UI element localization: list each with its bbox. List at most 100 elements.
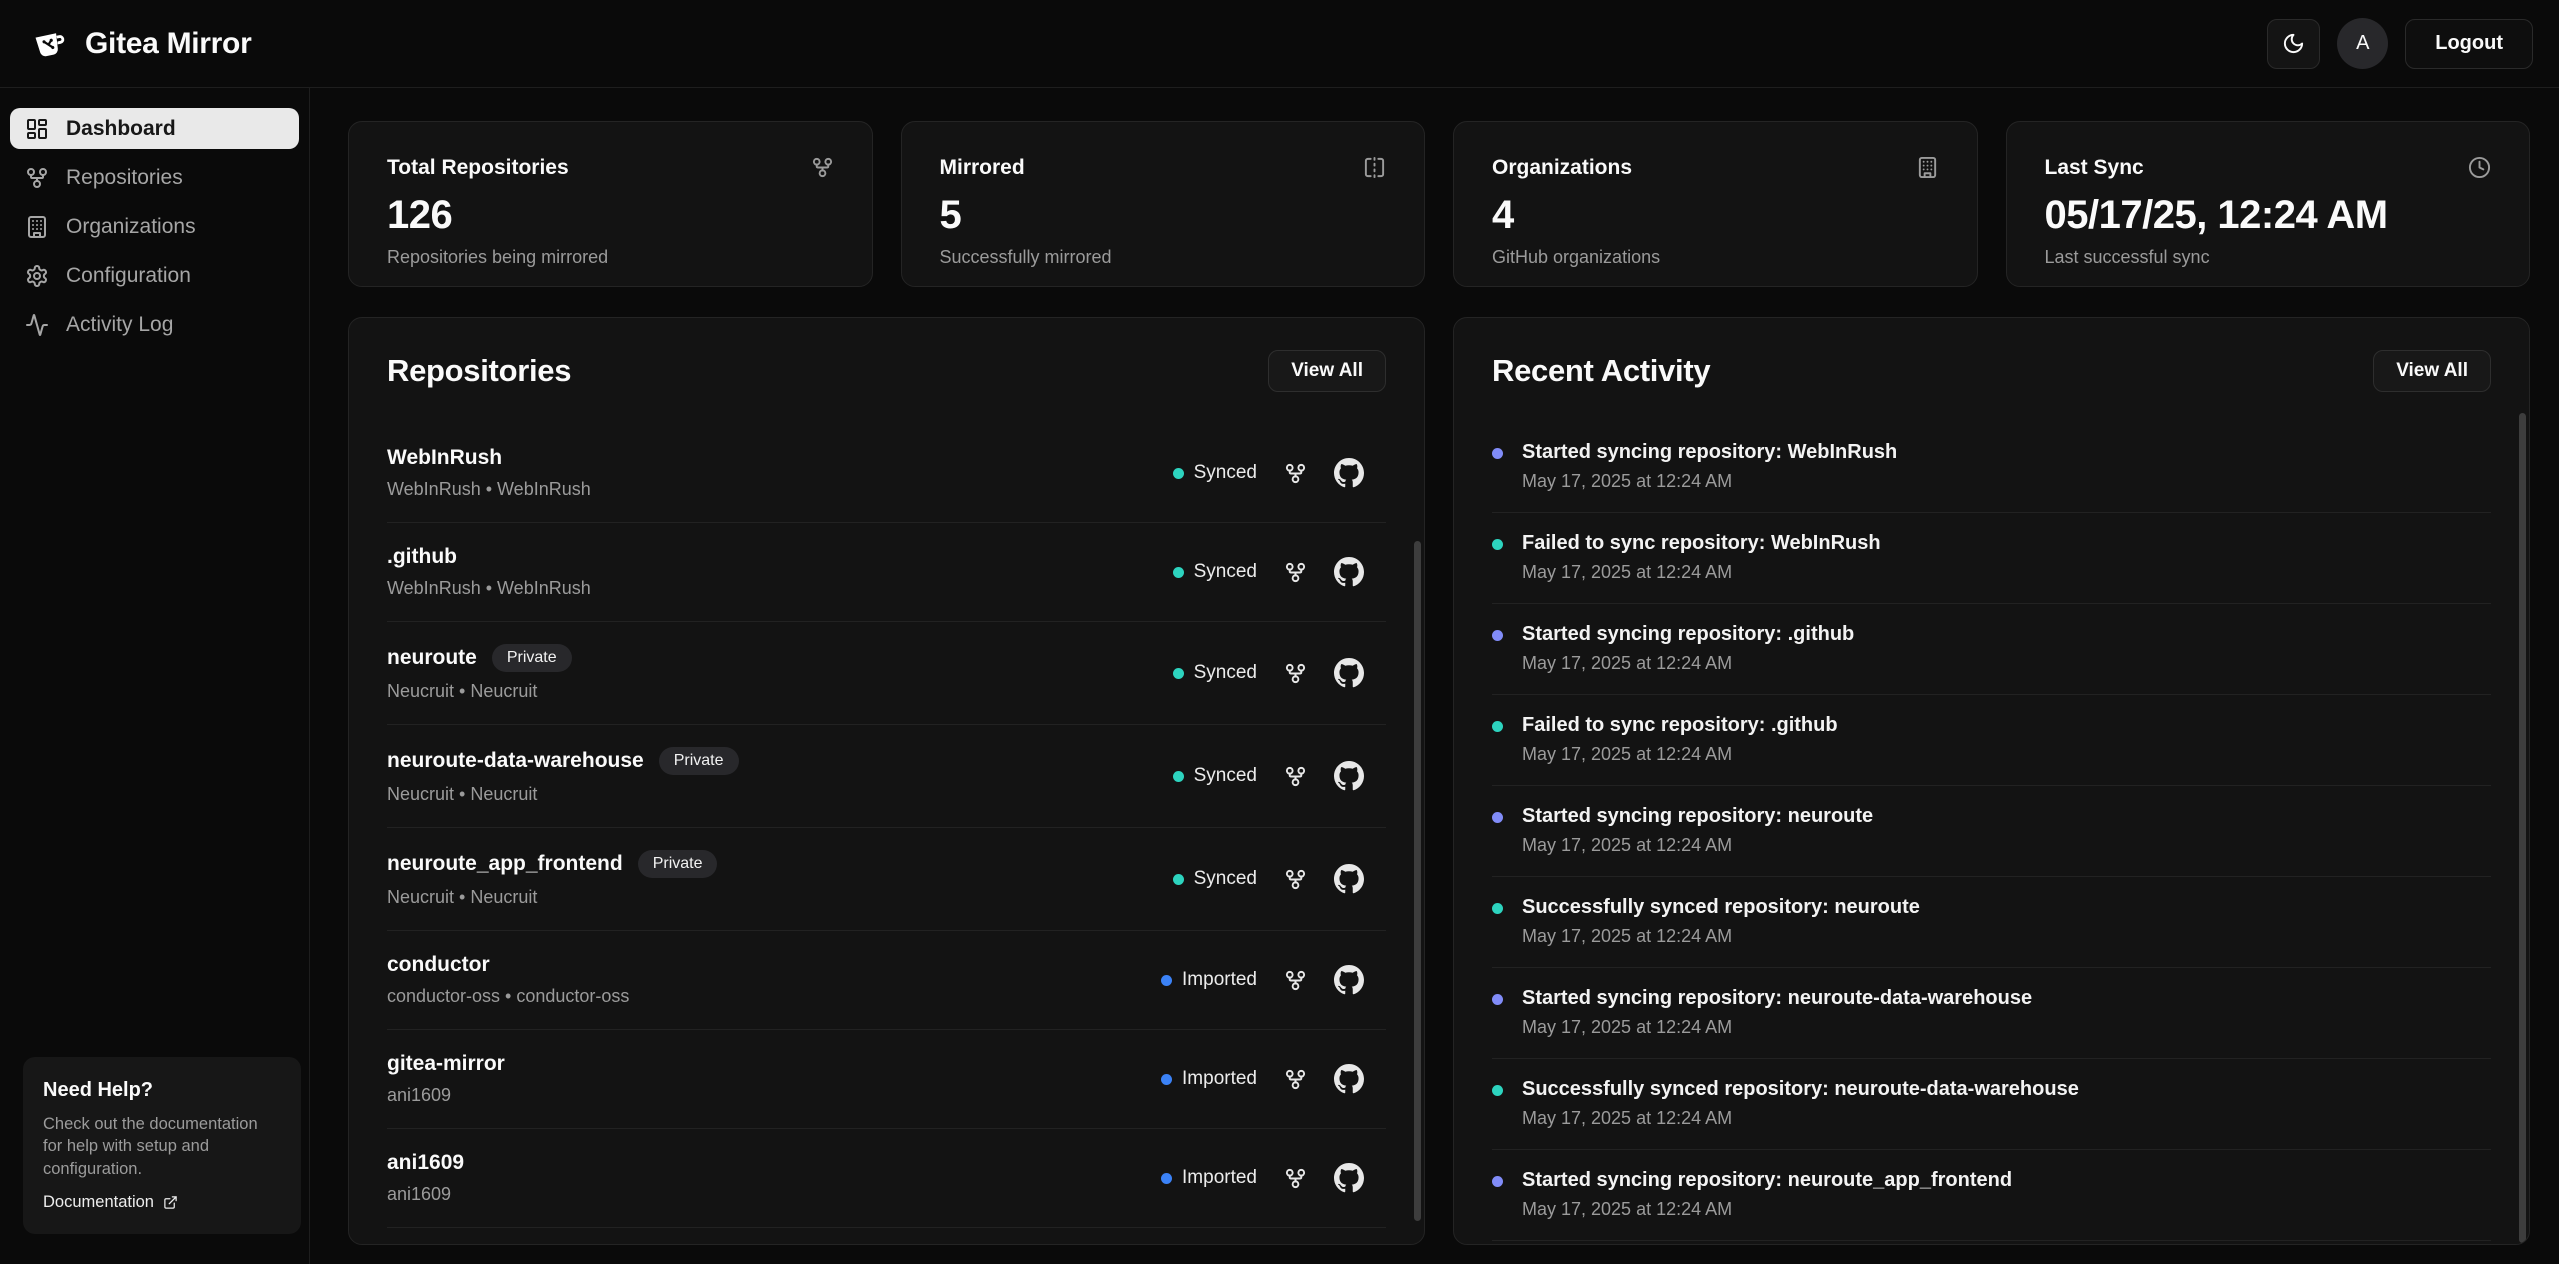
github-icon[interactable] xyxy=(1334,761,1364,791)
activity-view-all-button[interactable]: View All xyxy=(2373,350,2491,392)
github-icon[interactable] xyxy=(1334,1163,1364,1193)
repo-private-badge: Private xyxy=(638,850,718,878)
external-link-icon xyxy=(163,1195,178,1210)
git-fork-icon[interactable] xyxy=(1284,1068,1307,1091)
activity-item: Started syncing repository: neuroute_app… xyxy=(1492,1150,2491,1241)
theme-toggle-button[interactable] xyxy=(2267,19,2320,69)
brand: Gitea Mirror xyxy=(30,24,251,64)
activity-list: Started syncing repository: WebInRush Ma… xyxy=(1492,422,2491,1245)
repo-status-dot xyxy=(1161,1173,1172,1184)
git-fork-icon xyxy=(25,166,49,190)
building-icon xyxy=(1916,156,1939,184)
activity-text: Failed to sync repository: WebInRush xyxy=(1522,532,1881,555)
app-header: Gitea Mirror A Logout xyxy=(0,0,2559,88)
activity-item: Started syncing repository: .github May … xyxy=(1492,604,2491,695)
clock-icon xyxy=(2468,156,2491,184)
activity-status-dot xyxy=(1492,812,1503,823)
app-logo-mug-icon xyxy=(30,24,70,64)
git-fork-icon[interactable] xyxy=(1284,662,1307,685)
help-card: Need Help? Check out the documentation f… xyxy=(23,1057,301,1234)
github-icon[interactable] xyxy=(1334,864,1364,894)
stat-card-value: 4 xyxy=(1492,193,1939,238)
repo-status-label: Imported xyxy=(1182,969,1257,991)
repo-status: Synced xyxy=(1173,561,1257,583)
sidebar-item-repositories[interactable]: Repositories xyxy=(10,157,299,198)
repo-owner: WebInRush • WebInRush xyxy=(387,479,591,500)
activity-status-dot xyxy=(1492,721,1503,732)
github-icon[interactable] xyxy=(1334,658,1364,688)
stat-card-note: GitHub organizations xyxy=(1492,247,1939,268)
repo-owner: ani1609 xyxy=(387,1184,464,1205)
activity-item: Successfully synced repository: neuroute… xyxy=(1492,1241,2491,1245)
repo-status-dot xyxy=(1173,468,1184,479)
git-fork-icon[interactable] xyxy=(1284,561,1307,584)
sidebar-item-dashboard[interactable]: Dashboard xyxy=(10,108,299,149)
stat-card-value: 5 xyxy=(940,193,1387,238)
sidebar-item-label: Configuration xyxy=(66,264,191,288)
stat-card-last-sync: Last Sync 05/17/25, 12:24 AM Last succes… xyxy=(2006,121,2531,287)
repo-name: conductor xyxy=(387,953,490,977)
github-icon[interactable] xyxy=(1334,965,1364,995)
sidebar-item-configuration[interactable]: Configuration xyxy=(10,255,299,296)
repositories-view-all-button[interactable]: View All xyxy=(1268,350,1386,392)
git-fork-icon[interactable] xyxy=(1284,765,1307,788)
repo-private-badge: Private xyxy=(492,644,572,672)
repo-row: neuroute_app_frontend Private Neucruit •… xyxy=(387,828,1386,931)
stat-card-total-repositories: Total Repositories 126 Repositories bein… xyxy=(348,121,873,287)
activity-status-dot xyxy=(1492,448,1503,459)
repositories-scrollbar[interactable] xyxy=(1414,541,1421,1221)
repo-status-dot xyxy=(1173,668,1184,679)
git-fork-icon[interactable] xyxy=(1284,1167,1307,1190)
stat-card-note: Last successful sync xyxy=(2045,247,2492,268)
repo-status-dot xyxy=(1161,1074,1172,1085)
activity-text: Started syncing repository: neuroute-dat… xyxy=(1522,987,2032,1010)
repo-status-label: Synced xyxy=(1194,561,1257,583)
stat-card-organizations: Organizations 4 GitHub organizations xyxy=(1453,121,1978,287)
repo-status: Synced xyxy=(1173,765,1257,787)
repo-owner: Neucruit • Neucruit xyxy=(387,784,739,805)
stat-card-title: Mirrored xyxy=(940,156,1387,180)
github-icon[interactable] xyxy=(1334,557,1364,587)
stat-card-value: 05/17/25, 12:24 AM xyxy=(2045,193,2492,238)
activity-scrollbar[interactable] xyxy=(2519,413,2526,1243)
activity-item: Successfully synced repository: neuroute… xyxy=(1492,1059,2491,1150)
repo-owner: conductor-oss • conductor-oss xyxy=(387,986,629,1007)
repo-owner: WebInRush • WebInRush xyxy=(387,578,591,599)
sidebar-item-organizations[interactable]: Organizations xyxy=(10,206,299,247)
activity-status-dot xyxy=(1492,994,1503,1005)
repo-row: Rand Private Neucruit • Neucruit Importe… xyxy=(387,1228,1386,1245)
activity-timestamp: May 17, 2025 at 12:24 AM xyxy=(1522,926,1920,947)
avatar[interactable]: A xyxy=(2337,18,2388,69)
activity-timestamp: May 17, 2025 at 12:24 AM xyxy=(1522,1017,2032,1038)
sidebar-item-activity-log[interactable]: Activity Log xyxy=(10,304,299,345)
activity-text: Started syncing repository: neuroute_app… xyxy=(1522,1169,2012,1192)
activity-timestamp: May 17, 2025 at 12:24 AM xyxy=(1522,1199,2012,1220)
repo-status: Imported xyxy=(1161,1068,1257,1090)
repo-status-label: Synced xyxy=(1194,868,1257,890)
git-fork-icon[interactable] xyxy=(1284,969,1307,992)
building-icon xyxy=(25,215,49,239)
repo-row: WebInRush WebInRush • WebInRush Synced xyxy=(387,424,1386,523)
git-fork-icon[interactable] xyxy=(1284,868,1307,891)
activity-timestamp: May 17, 2025 at 12:24 AM xyxy=(1522,744,1838,765)
sidebar-item-label: Repositories xyxy=(66,166,183,190)
sidebar-nav: Dashboard Repositories Organizations Con… xyxy=(0,88,309,373)
repo-status: Imported xyxy=(1161,969,1257,991)
stat-card-title: Last Sync xyxy=(2045,156,2492,180)
repo-status: Synced xyxy=(1173,662,1257,684)
logout-button[interactable]: Logout xyxy=(2405,19,2533,69)
app-title: Gitea Mirror xyxy=(85,27,251,61)
repo-owner: ani1609 xyxy=(387,1085,505,1106)
repo-name: ani1609 xyxy=(387,1151,464,1175)
repo-status-label: Synced xyxy=(1194,462,1257,484)
gear-icon xyxy=(25,264,49,288)
stats-row: Total Repositories 126 Repositories bein… xyxy=(348,121,2530,287)
github-icon[interactable] xyxy=(1334,458,1364,488)
github-icon[interactable] xyxy=(1334,1064,1364,1094)
recent-activity-panel-title: Recent Activity xyxy=(1492,353,1710,389)
activity-status-dot xyxy=(1492,903,1503,914)
help-card-title: Need Help? xyxy=(43,1079,281,1102)
git-fork-icon[interactable] xyxy=(1284,462,1307,485)
documentation-link[interactable]: Documentation xyxy=(43,1193,281,1212)
activity-item: Failed to sync repository: WebInRush May… xyxy=(1492,513,2491,604)
